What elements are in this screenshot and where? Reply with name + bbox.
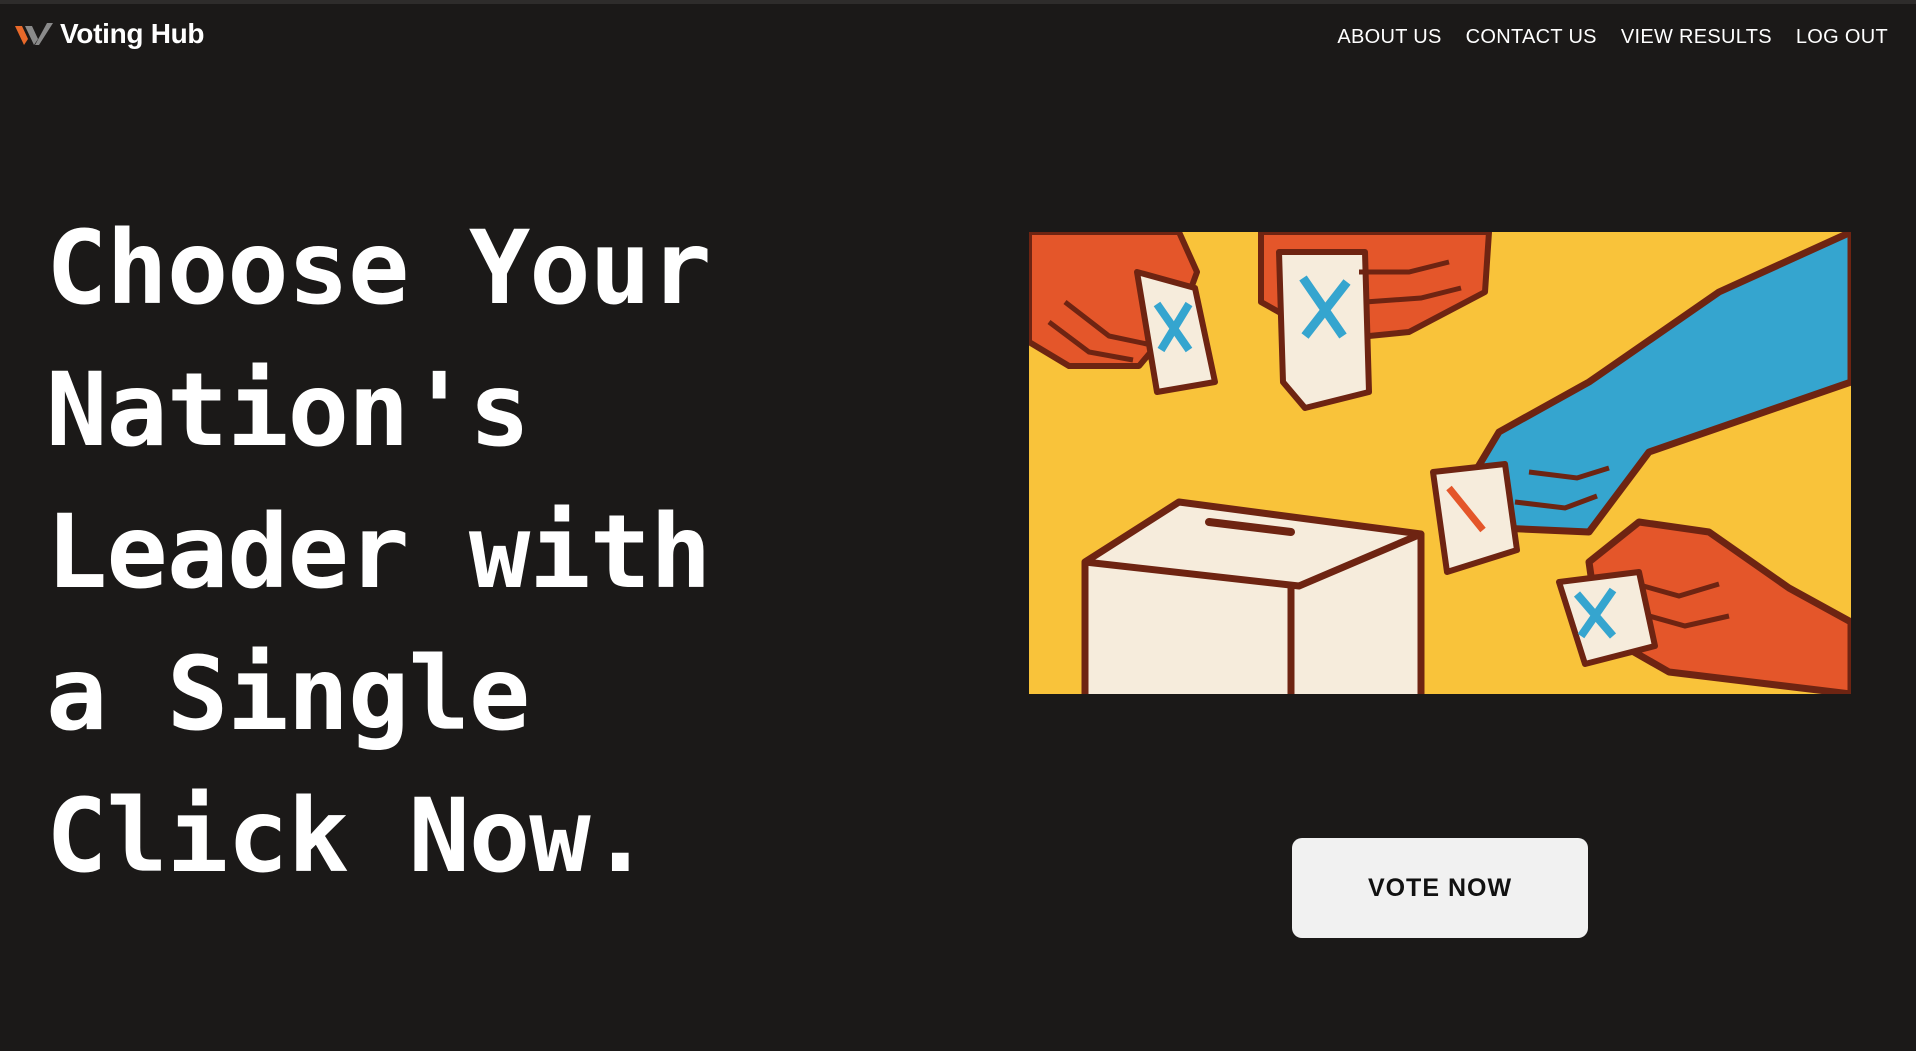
headline-line: Leader with (46, 493, 712, 612)
nav-links: ABOUT US CONTACT US VIEW RESULTS LOG OUT (1337, 26, 1888, 49)
headline-line: Choose Your (46, 209, 712, 328)
headline-line: a Single (46, 635, 530, 754)
brand-name: Voting Hub (60, 18, 205, 49)
nav-link-contact-us[interactable]: CONTACT US (1466, 26, 1597, 49)
nav-link-view-results[interactable]: VIEW RESULTS (1621, 26, 1772, 49)
vote-now-button[interactable]: VOTE NOW (1292, 838, 1588, 938)
nav-link-about-us[interactable]: ABOUT US (1337, 26, 1441, 49)
hands-casting-ballots-illustration (1029, 232, 1851, 694)
headline-line: Nation's (46, 351, 530, 470)
brand[interactable]: Voting Hub (14, 18, 205, 50)
hero-headline: Choose Your Nation's Leader with a Singl… (46, 198, 906, 908)
ballot-box (1081, 498, 1425, 694)
page: Voting Hub ABOUT US CONTACT US VIEW RESU… (0, 0, 1916, 1051)
nav-link-log-out[interactable]: LOG OUT (1796, 26, 1888, 49)
headline-line: Click Now. (46, 777, 651, 896)
double-chevron-logo-icon (15, 23, 53, 45)
navbar: Voting Hub ABOUT US CONTACT US VIEW RESU… (0, 4, 1916, 70)
